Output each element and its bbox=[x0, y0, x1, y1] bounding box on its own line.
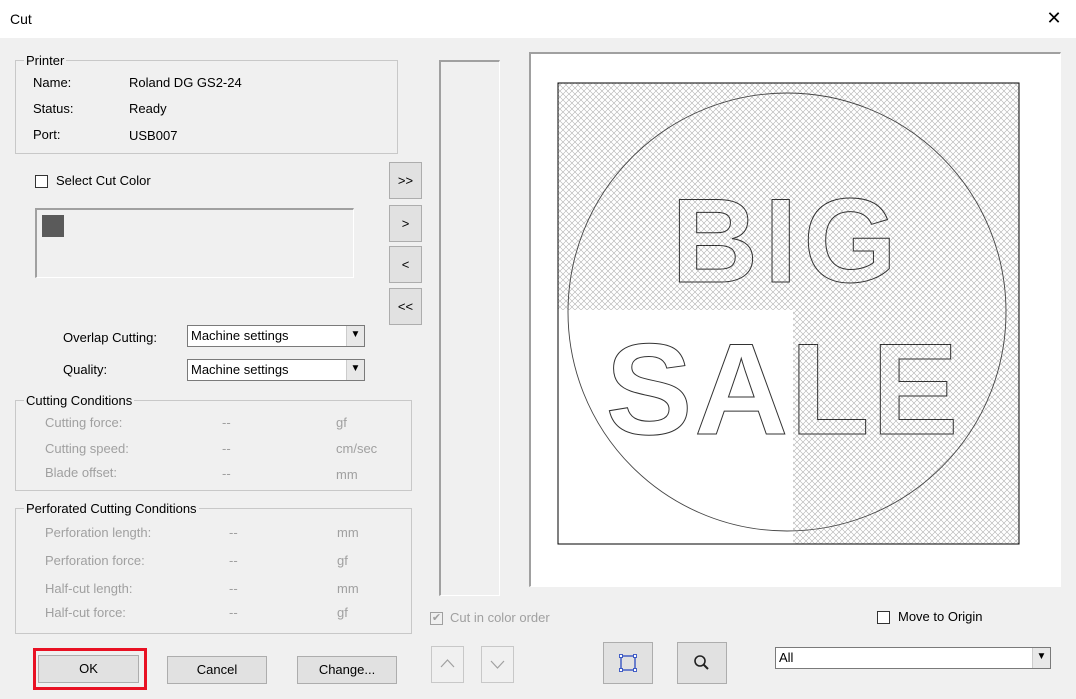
perforation-force-unit: gf bbox=[337, 553, 348, 568]
cut-order-list[interactable] bbox=[439, 60, 500, 596]
printer-name-label: Name: bbox=[33, 75, 72, 90]
printer-legend: Printer bbox=[24, 53, 67, 68]
overlap-cutting-value: Machine settings bbox=[191, 328, 289, 343]
preview-text-big: BIG bbox=[671, 174, 902, 308]
half-cut-length-label: Half-cut length: bbox=[45, 581, 133, 596]
half-cut-length-value: -- bbox=[229, 581, 238, 596]
magnifier-icon bbox=[694, 655, 709, 670]
printer-port-value: USB007 bbox=[129, 128, 178, 143]
move-down-button[interactable] bbox=[481, 646, 514, 683]
cutting-speed-value: -- bbox=[222, 441, 231, 456]
perforation-length-unit: mm bbox=[337, 525, 359, 540]
fit-page-icon bbox=[619, 654, 637, 672]
ok-button[interactable]: OK bbox=[38, 655, 139, 683]
change-button[interactable]: Change... bbox=[297, 656, 397, 684]
cut-in-color-order-label[interactable]: Cut in color order bbox=[450, 610, 550, 625]
move-to-origin-label[interactable]: Move to Origin bbox=[898, 609, 983, 624]
cutting-force-label: Cutting force: bbox=[45, 415, 123, 430]
blade-offset-label: Blade offset: bbox=[45, 465, 118, 480]
printer-status-value: Ready bbox=[129, 101, 167, 116]
select-cut-color-checkbox[interactable] bbox=[35, 175, 48, 188]
cut-in-color-order-checkbox[interactable]: ✔ bbox=[430, 612, 443, 625]
add-all-button[interactable]: >> bbox=[389, 162, 422, 199]
quality-label: Quality: bbox=[63, 362, 108, 377]
add-button[interactable]: > bbox=[389, 205, 422, 242]
blade-offset-unit: mm bbox=[336, 467, 358, 482]
perforation-length-value: -- bbox=[229, 525, 238, 540]
move-to-origin-checkbox[interactable] bbox=[877, 611, 890, 624]
remove-button[interactable]: < bbox=[389, 246, 422, 283]
perforated-conditions-legend: Perforated Cutting Conditions bbox=[24, 501, 199, 516]
preview-text-sale: SALE bbox=[606, 316, 961, 462]
overlap-cutting-label: Overlap Cutting: bbox=[63, 330, 157, 345]
move-up-button[interactable] bbox=[431, 646, 464, 683]
printer-name-value: Roland DG GS2-24 bbox=[129, 75, 242, 90]
printer-port-label: Port: bbox=[33, 127, 61, 142]
half-cut-length-unit: mm bbox=[337, 581, 359, 596]
half-cut-force-value: -- bbox=[229, 605, 238, 620]
quality-value: Machine settings bbox=[191, 362, 289, 377]
cutting-force-unit: gf bbox=[336, 415, 347, 430]
chevron-down-icon: ▼ bbox=[346, 360, 364, 380]
half-cut-force-unit: gf bbox=[337, 605, 348, 620]
printer-status-label: Status: bbox=[33, 101, 74, 116]
perforation-length-label: Perforation length: bbox=[45, 525, 152, 540]
close-icon[interactable]: ✕ bbox=[1044, 8, 1064, 28]
blade-offset-value: -- bbox=[222, 466, 231, 481]
select-cut-color-label[interactable]: Select Cut Color bbox=[56, 173, 151, 188]
chevron-down-icon: ▼ bbox=[1032, 648, 1050, 668]
chevron-down-icon: ▼ bbox=[346, 326, 364, 346]
view-select-value: All bbox=[779, 650, 794, 665]
zoom-button[interactable] bbox=[677, 642, 727, 684]
fit-to-page-button[interactable] bbox=[603, 642, 653, 684]
remove-all-button[interactable]: << bbox=[389, 288, 422, 325]
cutting-force-value: -- bbox=[222, 415, 231, 430]
half-cut-force-label: Half-cut force: bbox=[45, 605, 126, 620]
chevron-up-icon bbox=[440, 659, 455, 668]
chevron-down-icon bbox=[490, 660, 505, 669]
cancel-button[interactable]: Cancel bbox=[167, 656, 267, 684]
cutting-speed-label: Cutting speed: bbox=[45, 441, 129, 456]
cutting-speed-unit: cm/sec bbox=[336, 441, 378, 456]
perforation-force-label: Perforation force: bbox=[45, 553, 145, 568]
cutting-conditions-legend: Cutting Conditions bbox=[24, 393, 135, 408]
view-select[interactable]: All ▼ bbox=[775, 647, 1051, 669]
window-title: Cut bbox=[10, 11, 32, 27]
perforation-force-value: -- bbox=[229, 553, 238, 568]
title-bar bbox=[0, 0, 1076, 38]
color-swatch[interactable] bbox=[42, 215, 64, 237]
cut-color-list[interactable] bbox=[35, 208, 354, 278]
cut-preview: BIG SALE bbox=[557, 82, 1020, 545]
quality-select[interactable]: Machine settings ▼ bbox=[187, 359, 365, 381]
overlap-cutting-select[interactable]: Machine settings ▼ bbox=[187, 325, 365, 347]
